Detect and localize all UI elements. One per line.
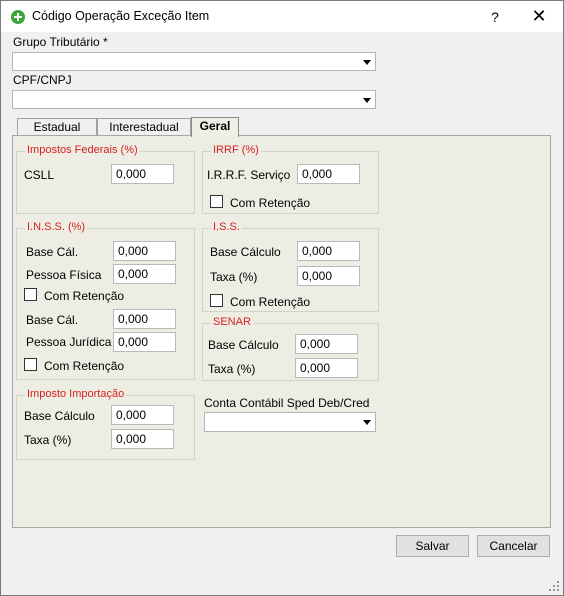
inss-retencao-pf-label: Com Retenção	[44, 289, 125, 303]
iss-group: I.S.S. Base Cálculo 0,000 Taxa (%) 0,000…	[202, 221, 379, 312]
irrf-retencao-checkbox[interactable]	[210, 195, 223, 208]
importacao-base-label: Base Cálculo	[24, 409, 95, 423]
iss-retencao-checkbox[interactable]	[210, 294, 223, 307]
inss-base-cal-pf-input[interactable]: 0,000	[113, 241, 176, 261]
close-button[interactable]: ✕	[529, 7, 549, 27]
cancel-button[interactable]: Cancelar	[477, 535, 550, 557]
dialog-window: Código Operação Exceção Item ? ✕ Grupo T…	[0, 0, 564, 596]
pessoa-juridica-input[interactable]: 0,000	[113, 332, 176, 352]
iss-base-label: Base Cálculo	[210, 245, 281, 259]
tab-panel-geral: Impostos Federais (%) CSLL 0,000 IRRF (%…	[12, 135, 551, 528]
inss-group: I.N.S.S. (%) Base Cál. 0,000 Pessoa Físi…	[16, 221, 195, 380]
inss-retencao-pj-checkbox[interactable]	[24, 358, 37, 371]
help-button[interactable]: ?	[485, 7, 505, 27]
irrf-servico-label: I.R.R.F. Serviço	[207, 168, 291, 182]
inss-retencao-pf-checkbox[interactable]	[24, 288, 37, 301]
impostos-federais-group: Impostos Federais (%) CSLL 0,000	[16, 144, 195, 214]
senar-taxa-input[interactable]: 0,000	[295, 358, 358, 378]
iss-retencao-label: Com Retenção	[230, 295, 311, 309]
inss-base-cal-pj-input[interactable]: 0,000	[113, 309, 176, 329]
tab-geral[interactable]: Geral	[191, 117, 239, 137]
senar-title: SENAR	[211, 316, 253, 328]
grupo-tributario-label: Grupo Tributário *	[13, 35, 108, 49]
csll-input[interactable]: 0,000	[111, 164, 174, 184]
conta-contabil-select[interactable]	[204, 412, 376, 432]
chevron-down-icon	[363, 59, 371, 65]
tab-estadual[interactable]: Estadual	[17, 118, 97, 136]
irrf-title: IRRF (%)	[211, 144, 261, 156]
conta-contabil-label: Conta Contábil Sped Deb/Cred	[204, 396, 370, 410]
imposto-importacao-title: Imposto Importação	[25, 388, 127, 400]
chevron-down-icon	[363, 420, 371, 425]
senar-base-label: Base Cálculo	[208, 338, 279, 352]
cpf-cnpj-select[interactable]	[12, 90, 376, 109]
importacao-taxa-label: Taxa (%)	[24, 433, 72, 447]
impostos-federais-title: Impostos Federais (%)	[25, 144, 140, 156]
resize-grip[interactable]	[549, 581, 559, 591]
inss-base-cal-pf-label: Base Cál.	[26, 245, 79, 259]
iss-title: I.S.S.	[211, 221, 242, 233]
iss-taxa-input[interactable]: 0,000	[297, 266, 360, 286]
irrf-group: IRRF (%) I.R.R.F. Serviço 0,000 Com Rete…	[202, 144, 379, 214]
tab-interestadual[interactable]: Interestadual	[97, 118, 191, 136]
senar-taxa-label: Taxa (%)	[208, 362, 256, 376]
title-bar: Código Operação Exceção Item ? ✕	[1, 1, 563, 32]
inss-base-cal-pj-label: Base Cál.	[26, 313, 79, 327]
pessoa-fisica-label: Pessoa Física	[26, 268, 102, 282]
inss-retencao-pj-label: Com Retenção	[44, 359, 125, 373]
cpf-cnpj-label: CPF/CNPJ	[13, 73, 72, 87]
add-icon	[11, 10, 25, 24]
csll-label: CSLL	[24, 168, 55, 182]
irrf-retencao-label: Com Retenção	[230, 196, 311, 210]
iss-base-input[interactable]: 0,000	[297, 241, 360, 261]
grupo-tributario-select[interactable]	[12, 52, 376, 71]
window-title: Código Operação Exceção Item	[32, 9, 210, 23]
chevron-down-icon	[363, 97, 371, 103]
irrf-servico-input[interactable]: 0,000	[297, 164, 360, 184]
senar-group: SENAR Base Cálculo 0,000 Taxa (%) 0,000	[202, 316, 379, 381]
pessoa-fisica-input[interactable]: 0,000	[113, 264, 176, 284]
pessoa-juridica-label: Pessoa Jurídica	[26, 335, 112, 349]
senar-base-input[interactable]: 0,000	[295, 334, 358, 354]
importacao-base-input[interactable]: 0,000	[111, 405, 174, 425]
importacao-taxa-input[interactable]: 0,000	[111, 429, 174, 449]
inss-title: I.N.S.S. (%)	[25, 221, 88, 233]
imposto-importacao-group: Imposto Importação Base Cálculo 0,000 Ta…	[16, 388, 195, 460]
iss-taxa-label: Taxa (%)	[210, 270, 258, 284]
save-button[interactable]: Salvar	[396, 535, 469, 557]
